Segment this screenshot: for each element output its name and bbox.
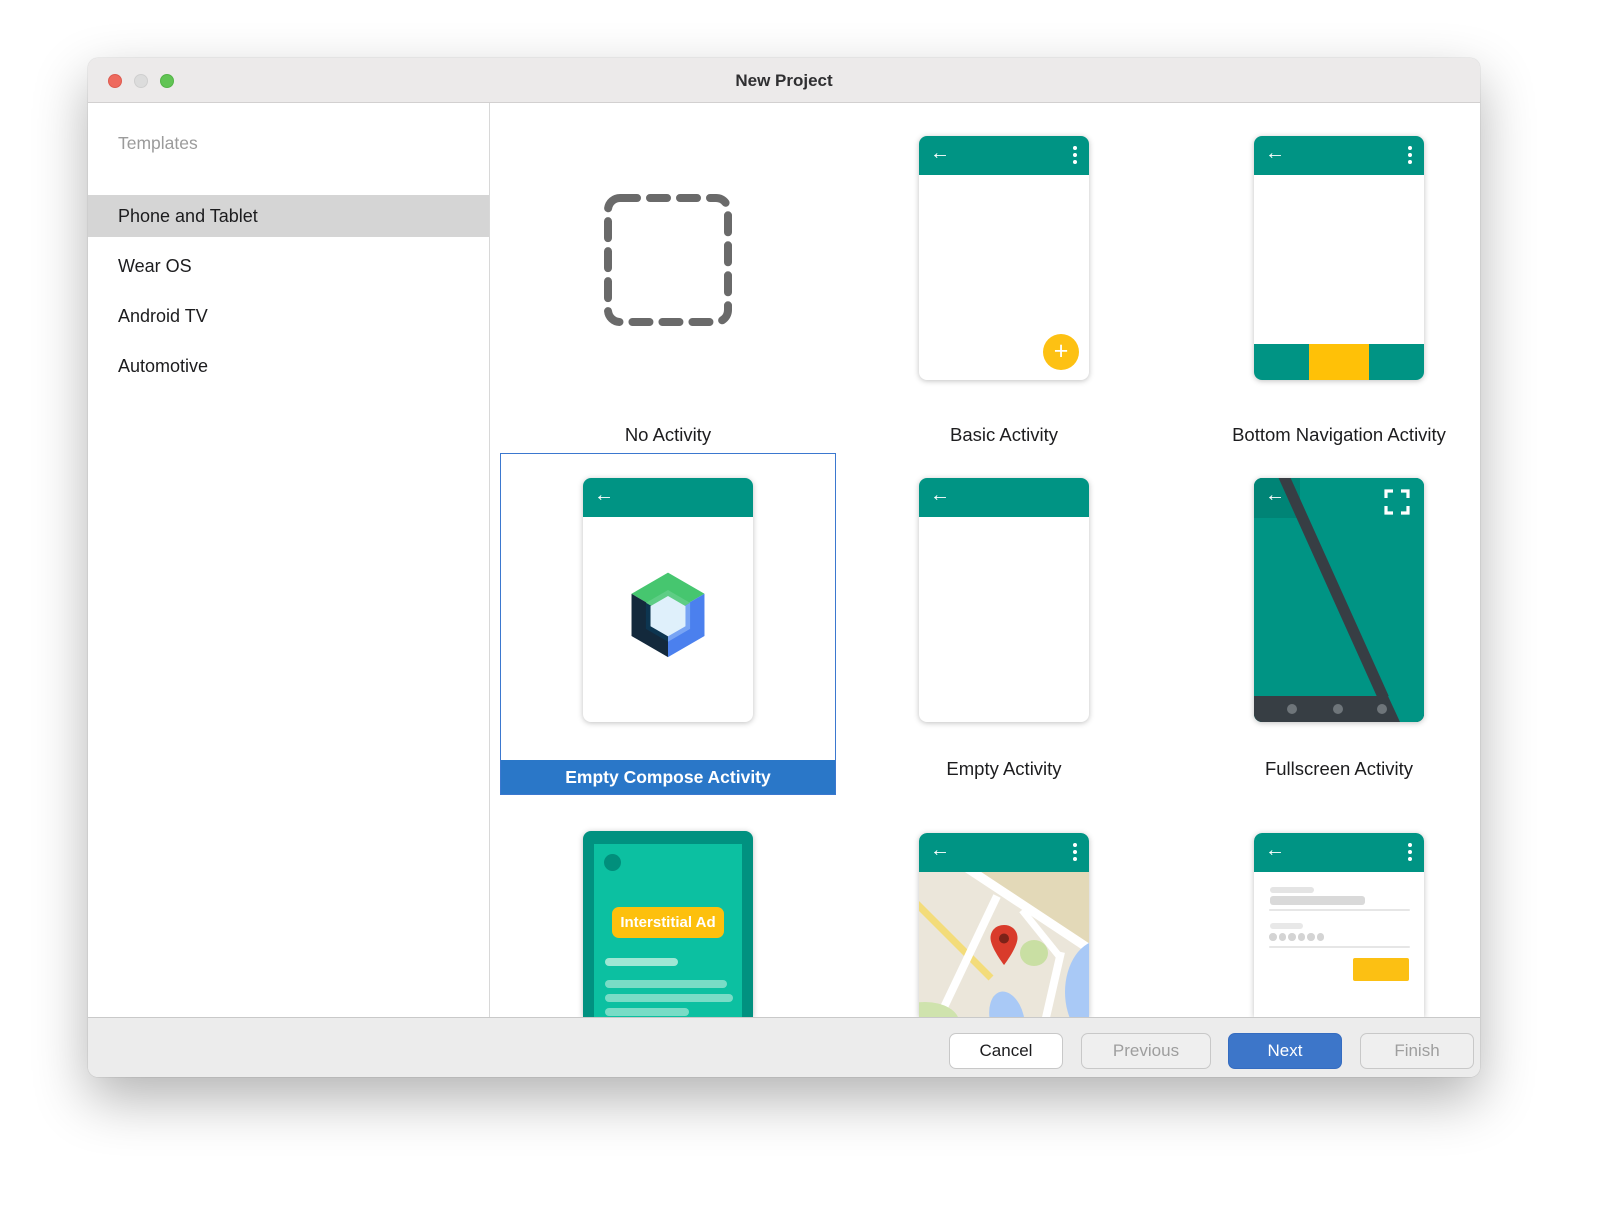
back-arrow-icon: ← — [930, 484, 950, 507]
back-arrow-icon: ← — [930, 142, 950, 165]
map-art — [919, 872, 1089, 1017]
interstitial-ad-badge: Interstitial Ad — [612, 907, 724, 938]
form-input-line — [1270, 896, 1365, 905]
overflow-menu-icon — [1408, 146, 1412, 164]
overflow-menu-icon — [1073, 843, 1077, 861]
dashed-square-icon — [603, 193, 733, 327]
appbar: ← — [1254, 136, 1424, 175]
back-arrow-icon: ← — [1265, 142, 1285, 165]
basic-activity-thumbnail: ← + — [919, 136, 1089, 380]
sidebar-item-phone-and-tablet[interactable]: Phone and Tablet — [88, 195, 489, 237]
password-dots — [1269, 933, 1324, 941]
admob-thumbnail: Interstitial Ad — [583, 831, 753, 1017]
fullscreen-thumbnail: ← — [1254, 478, 1424, 722]
cancel-button[interactable]: Cancel — [949, 1033, 1063, 1069]
dialog-footer: Cancel Previous Next Finish — [88, 1017, 1480, 1077]
template-login-activity[interactable]: ← — [1171, 818, 1480, 1017]
ad-avatar-dot — [604, 854, 621, 871]
template-label: Bottom Navigation Activity — [1141, 424, 1480, 446]
form-label-line — [1270, 923, 1303, 929]
titlebar: New Project — [88, 58, 1480, 103]
fab-plus-icon: + — [1043, 334, 1079, 370]
sidebar-item-automotive[interactable]: Automotive — [88, 345, 489, 387]
appbar: ← — [1254, 833, 1424, 872]
appbar: ← — [919, 136, 1089, 175]
previous-button[interactable]: Previous — [1081, 1033, 1211, 1069]
template-empty-compose-activity[interactable]: ← Empty Compose Activity — [500, 453, 836, 795]
close-button[interactable] — [108, 74, 122, 88]
bottom-nav-bar — [1254, 344, 1424, 380]
ad-panel: Interstitial Ad — [594, 844, 742, 1017]
templates-sidebar: Templates Phone and Tablet Wear OS Andro… — [88, 103, 490, 1017]
template-no-activity[interactable]: No Activity — [500, 128, 836, 458]
login-thumbnail: ← — [1254, 833, 1424, 1017]
sidebar-item-android-tv[interactable]: Android TV — [88, 295, 489, 337]
compose-thumbnail: ← — [583, 478, 753, 722]
template-google-maps-activity[interactable]: ← — [836, 818, 1172, 1017]
form-underline — [1269, 946, 1410, 948]
sidebar-header: Templates — [118, 133, 198, 154]
bottom-navigation-thumbnail: ← — [1254, 136, 1424, 380]
back-arrow-icon: ← — [594, 484, 614, 507]
template-bottom-navigation-activity[interactable]: ← Bottom Navigation Activity — [1171, 128, 1480, 458]
window-title: New Project — [88, 58, 1480, 103]
template-label: Fullscreen Activity — [1141, 758, 1480, 780]
maps-thumbnail: ← — [919, 833, 1089, 1017]
form-underline — [1269, 909, 1410, 911]
traffic-lights — [108, 74, 174, 88]
fullscreen-art — [1254, 478, 1424, 722]
back-arrow-icon: ← — [1265, 484, 1285, 507]
form-label-line — [1270, 887, 1314, 893]
back-arrow-icon: ← — [1265, 839, 1285, 862]
overflow-menu-icon — [1073, 146, 1077, 164]
appbar: ← — [919, 833, 1089, 872]
selected-template-label: Empty Compose Activity — [501, 760, 835, 794]
appbar: ← — [583, 478, 753, 517]
zoom-button[interactable] — [160, 74, 174, 88]
finish-button[interactable]: Finish — [1360, 1033, 1474, 1069]
template-gallery: No Activity ← + Basic Activity ← — [490, 103, 1480, 1017]
template-empty-activity[interactable]: ← Empty Activity — [836, 453, 1172, 795]
template-fullscreen-activity[interactable]: ← Fullscreen Activity — [1171, 453, 1480, 795]
empty-activity-thumbnail: ← — [919, 478, 1089, 722]
sidebar-item-wear-os[interactable]: Wear OS — [88, 245, 489, 287]
overflow-menu-icon — [1408, 843, 1412, 861]
form-submit-button — [1353, 958, 1409, 981]
new-project-dialog: New Project Templates Phone and Tablet W… — [88, 58, 1480, 1077]
next-button[interactable]: Next — [1228, 1033, 1342, 1069]
jetpack-compose-logo — [620, 565, 716, 661]
minimize-button[interactable] — [134, 74, 148, 88]
appbar: ← — [919, 478, 1089, 517]
back-arrow-icon: ← — [930, 839, 950, 862]
template-basic-activity[interactable]: ← + Basic Activity — [836, 128, 1172, 458]
template-admob-ads-activity[interactable]: Interstitial Ad — [500, 818, 836, 1017]
